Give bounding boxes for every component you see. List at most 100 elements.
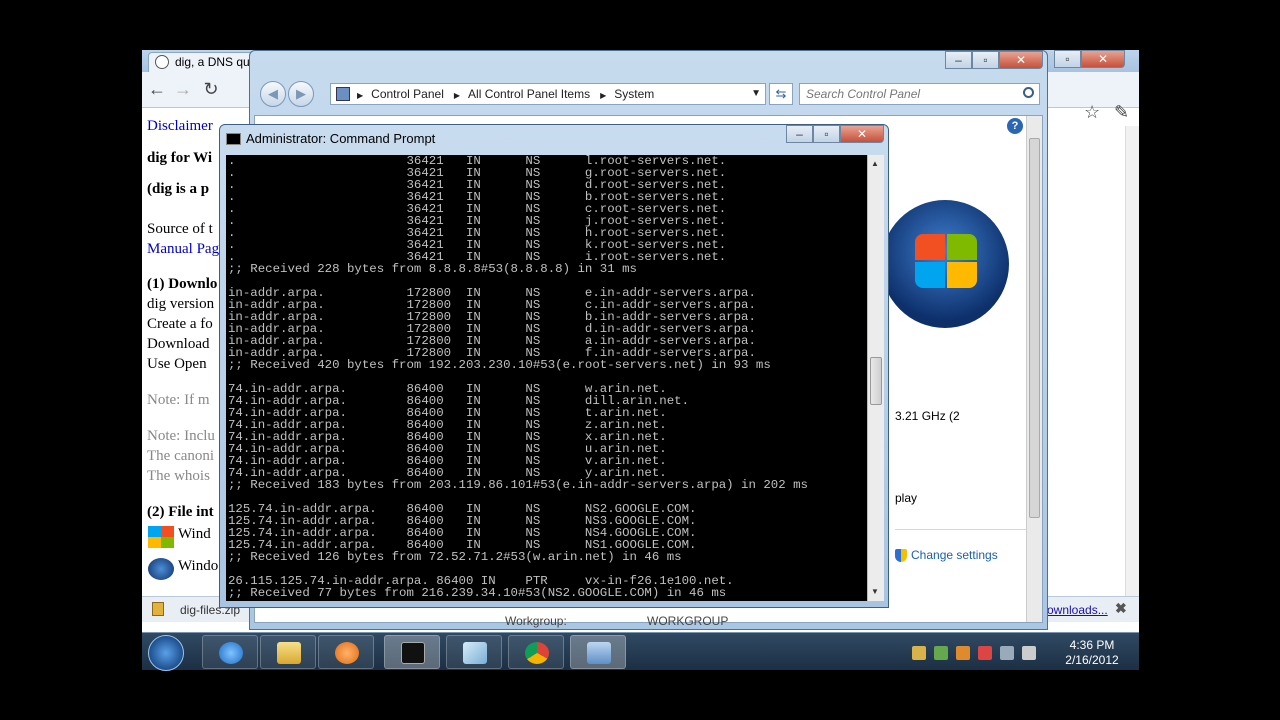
cmd-output-text: . 36421 IN NS l.root-servers.net. . 3642…	[228, 155, 808, 600]
page-text-line: Create a fo	[147, 316, 213, 332]
browser-close-button[interactable]: ✕	[1081, 50, 1125, 68]
start-button[interactable]	[148, 635, 184, 671]
cp-minimize-button[interactable]: –	[945, 51, 972, 69]
command-prompt-window: Administrator: Command Prompt – ▫ ✕ . 36…	[219, 124, 889, 608]
show-all-downloads-link[interactable]: ownloads...	[1047, 603, 1108, 617]
chrome-icon	[525, 642, 549, 664]
cp-refresh-icon[interactable]: ⇆	[769, 83, 793, 105]
page-text-line[interactable]: Disclaimer	[147, 118, 213, 135]
cmd-scrollbar[interactable]: ▲ ▼	[867, 155, 884, 601]
change-settings-label: Change settings	[911, 548, 998, 562]
page-text-line: Note: Inclu	[147, 428, 215, 444]
globe-icon	[155, 55, 169, 69]
cp-forward-icon[interactable]: ▶	[288, 81, 314, 107]
cp-search-input[interactable]: Search Control Panel	[799, 83, 1040, 105]
change-settings-link[interactable]: Change settings	[895, 548, 998, 562]
taskbar-command-prompt[interactable]	[384, 635, 440, 669]
browser-scrollbar[interactable]	[1125, 126, 1139, 596]
close-download-shelf-icon[interactable]: ✖	[1115, 600, 1127, 617]
cmd-scroll-thumb[interactable]	[870, 357, 882, 405]
app-icon	[463, 642, 487, 664]
page-text-line: The canoni	[147, 448, 215, 464]
cmd-caption-buttons: – ▫ ✕	[786, 125, 884, 143]
cmd-minimize-button[interactable]: –	[786, 125, 813, 143]
flag-yellow	[947, 262, 977, 288]
taskbar: 4:36 PM 2/16/2012	[142, 632, 1139, 671]
clock-date: 2/16/2012	[1065, 653, 1119, 667]
shield-icon	[895, 549, 907, 562]
page-text-line: dig version	[147, 296, 215, 312]
forward-arrow-icon[interactable]: →	[172, 78, 194, 100]
system-tray	[910, 637, 1070, 667]
search-icon[interactable]	[1023, 87, 1034, 98]
taskbar-media-player[interactable]	[318, 635, 374, 669]
cp-maximize-button[interactable]: ▫	[972, 51, 999, 69]
cp-scroll-thumb[interactable]	[1029, 138, 1040, 518]
scroll-up-icon[interactable]: ▲	[871, 159, 879, 168]
scroll-down-icon[interactable]: ▼	[871, 587, 879, 596]
processor-speed: 3.21 GHz (2	[895, 409, 960, 423]
windows-logo	[881, 200, 1009, 328]
clock-time: 4:36 PM	[1069, 638, 1115, 652]
flag-red	[915, 234, 945, 260]
cmd-icon	[226, 133, 241, 145]
breadcrumb-separator: ▶	[600, 91, 607, 100]
tray-icon-3[interactable]	[956, 646, 970, 660]
tray-icon-1[interactable]	[912, 646, 926, 660]
cp-nav-buttons: ◀ ▶	[260, 81, 314, 107]
cp-search-placeholder: Search Control Panel	[806, 87, 921, 101]
browser-tab[interactable]: dig, a DNS qu	[148, 52, 258, 72]
taskbar-google-chrome[interactable]	[508, 635, 564, 669]
control-panel-caption-buttons: – ▫ ✕	[945, 51, 1043, 69]
taskbar-internet-explorer[interactable]	[202, 635, 258, 669]
page-text-line: (2) File int	[147, 504, 214, 520]
control-panel-icon	[587, 642, 611, 664]
page-text-line[interactable]: Manual Pag	[147, 241, 219, 258]
browser-maximize-button[interactable]: ▫	[1054, 50, 1081, 68]
breadcrumb-separator: ▶	[453, 91, 461, 100]
cmd-close-button[interactable]: ✕	[840, 125, 884, 143]
address-dropdown-icon[interactable]: ▼	[751, 84, 761, 104]
page-text-line: Windo	[178, 558, 219, 574]
windows-flag-icon	[148, 526, 174, 548]
clock[interactable]: 4:36 PM 2/16/2012	[1062, 638, 1122, 668]
cp-back-icon[interactable]: ◀	[260, 81, 286, 107]
page-text-line: The whois	[147, 468, 210, 484]
reload-icon[interactable]: ↻	[200, 78, 222, 100]
taskbar-windows-explorer[interactable]	[260, 635, 316, 669]
tray-icon-2[interactable]	[934, 646, 948, 660]
tray-flag-icon[interactable]	[978, 646, 992, 660]
cp-scrollbar[interactable]	[1026, 116, 1042, 622]
cmd-maximize-button[interactable]: ▫	[813, 125, 840, 143]
tray-network-icon[interactable]	[1000, 646, 1014, 660]
cp-close-button[interactable]: ✕	[999, 51, 1043, 69]
display-label: play	[895, 491, 918, 505]
page-text-line: (dig is a p	[147, 181, 210, 197]
cp-address-bar[interactable]: ▶ Control Panel ▶ All Control Panel Items ▶ S…	[330, 83, 766, 105]
taskbar-unknown-app[interactable]	[446, 635, 502, 669]
breadcrumb-system[interactable]: System	[614, 87, 654, 101]
breadcrumb-separator: ▶	[357, 91, 364, 100]
page-text-line: dig for Wi	[147, 150, 213, 166]
cmd-title: Administrator: Command Prompt	[246, 131, 436, 146]
media-player-icon	[335, 642, 359, 664]
page-text-line: Download	[147, 336, 210, 352]
workgroup-label: Workgroup:	[505, 614, 567, 628]
desktop-screen: dig, a DNS qu ▫ ✕ ← → ↻ ☆ ✎ Disclaimer di…	[142, 50, 1139, 670]
command-prompt-icon	[401, 642, 425, 664]
breadcrumb-all-items[interactable]: All Control Panel Items	[468, 87, 590, 101]
windows-orb-icon	[148, 558, 174, 580]
control-panel-icon	[336, 87, 350, 101]
flag-green	[947, 234, 977, 260]
taskbar-control-panel[interactable]	[570, 635, 626, 669]
help-icon[interactable]: ?	[1007, 118, 1023, 134]
zip-file-icon	[152, 602, 164, 616]
cmd-console-output[interactable]: . 36421 IN NS l.root-servers.net. . 3642…	[226, 155, 867, 601]
page-text-line: Note: If m	[147, 392, 210, 408]
page-text-line: (1) Downlo	[147, 276, 218, 292]
breadcrumb-control-panel[interactable]: Control Panel	[371, 87, 444, 101]
page-text-line: Wind	[178, 526, 211, 542]
section-divider	[895, 529, 1035, 530]
tray-volume-icon[interactable]	[1022, 646, 1036, 660]
back-arrow-icon[interactable]: ←	[146, 78, 168, 100]
